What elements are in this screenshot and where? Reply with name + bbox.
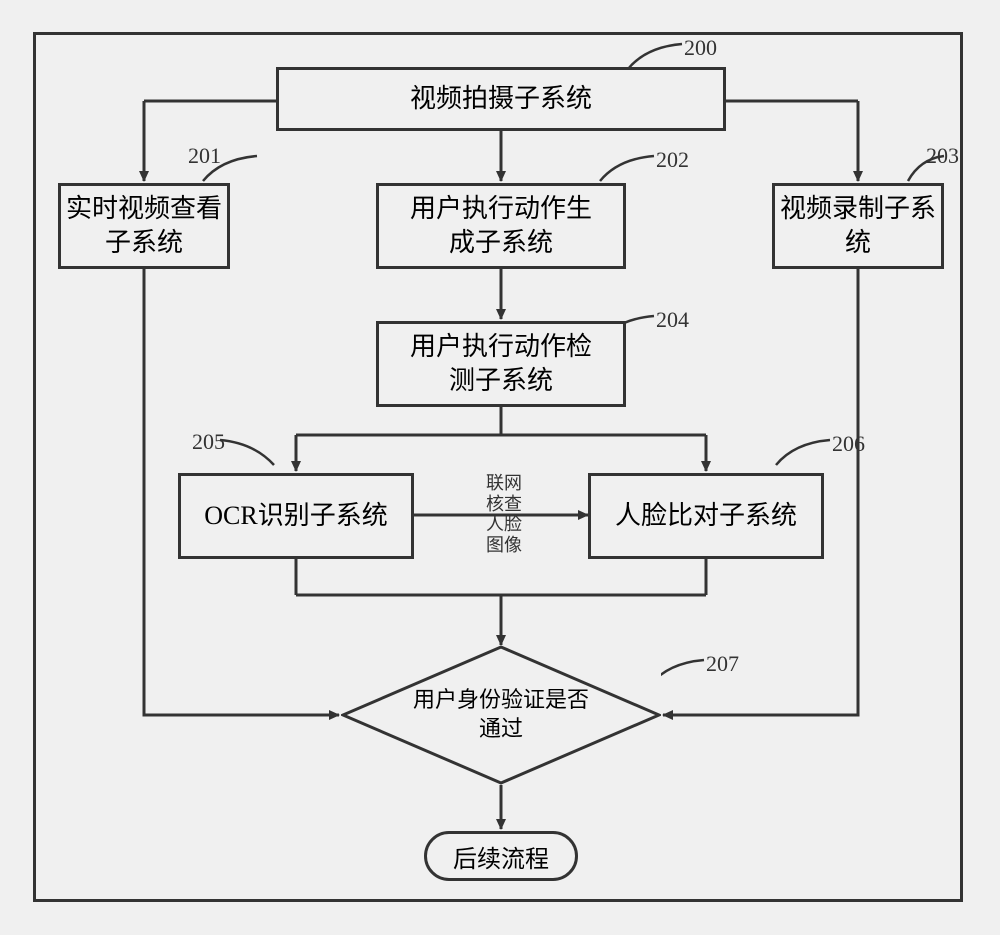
box-face-compare-subsystem: 人脸比对子系统: [588, 473, 824, 559]
edge-label-ocr-to-face: 联网 核查 人脸 图像: [484, 473, 524, 556]
ref-206: 206: [832, 431, 865, 457]
ref-201: 201: [188, 143, 221, 169]
box-video-record-subsystem: 视频录制子系 统: [772, 183, 944, 269]
ref-204: 204: [656, 307, 689, 333]
box-label: 实时视频查看 子系统: [66, 192, 222, 260]
box-ocr-subsystem: OCR识别子系统: [178, 473, 414, 559]
box-user-action-detect-subsystem: 用户执行动作检 测子系统: [376, 321, 626, 407]
box-user-action-gen-subsystem: 用户执行动作生 成子系统: [376, 183, 626, 269]
ref-202: 202: [656, 147, 689, 173]
ref-205: 205: [192, 429, 225, 455]
box-label: 用户执行动作检 测子系统: [410, 330, 592, 398]
ref-200: 200: [684, 35, 717, 61]
box-label: 视频录制子系 统: [780, 192, 936, 260]
box-video-capture-subsystem: 视频拍摄子系统: [276, 67, 726, 131]
ref-207: 207: [706, 651, 739, 677]
decision-user-auth-pass: 用户身份验证是否 通过: [341, 645, 661, 785]
ref-203: 203: [926, 143, 959, 169]
terminal-followup: 后续流程: [424, 831, 578, 881]
box-label: 视频拍摄子系统: [410, 82, 592, 116]
box-label: 人脸比对子系统: [615, 499, 797, 533]
terminal-label: 后续流程: [453, 839, 549, 874]
box-label: 用户执行动作生 成子系统: [410, 192, 592, 260]
box-label: OCR识别子系统: [204, 499, 387, 533]
box-realtime-video-view-subsystem: 实时视频查看 子系统: [58, 183, 230, 269]
diagram-frame: 视频拍摄子系统 200 实时视频查看 子系统 201 用户执行动作生 成子系统 …: [33, 32, 963, 902]
decision-label: 用户身份验证是否 通过: [413, 686, 589, 743]
